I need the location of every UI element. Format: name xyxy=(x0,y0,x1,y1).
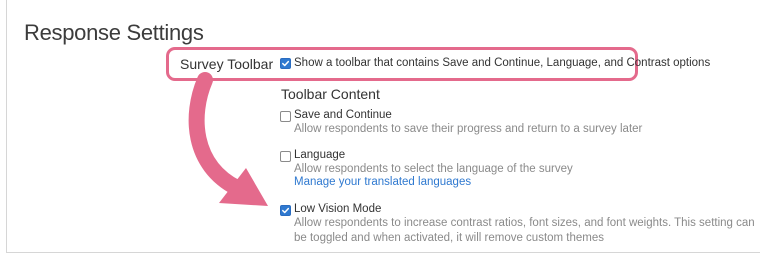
save-and-continue-description: Allow respondents to save their progress… xyxy=(294,123,643,135)
manage-translated-languages-link[interactable]: Manage your translated languages xyxy=(294,176,471,188)
check-icon xyxy=(282,207,290,214)
low-vision-mode-checkbox[interactable] xyxy=(280,205,291,216)
language-title: Language xyxy=(294,149,346,161)
low-vision-mode-description: Allow respondents to increase contrast r… xyxy=(294,217,755,244)
language-description: Allow respondents to select the language… xyxy=(294,163,573,175)
survey-toolbar-checkbox[interactable] xyxy=(280,58,291,69)
save-and-continue-checkbox[interactable] xyxy=(280,111,291,122)
low-vision-mode-title: Low Vision Mode xyxy=(294,203,382,215)
save-and-continue-title: Save and Continue xyxy=(294,109,392,121)
toolbar-content-heading: Toolbar Content xyxy=(281,86,380,102)
section-title: Response Settings xyxy=(24,20,204,45)
response-settings-page: Response Settings Survey Toolbar Show a … xyxy=(0,0,761,257)
survey-toolbar-label: Survey Toolbar xyxy=(180,56,274,72)
language-checkbox[interactable] xyxy=(280,151,291,162)
check-icon xyxy=(282,60,290,67)
survey-toolbar-option-text: Show a toolbar that contains Save and Co… xyxy=(294,57,711,69)
